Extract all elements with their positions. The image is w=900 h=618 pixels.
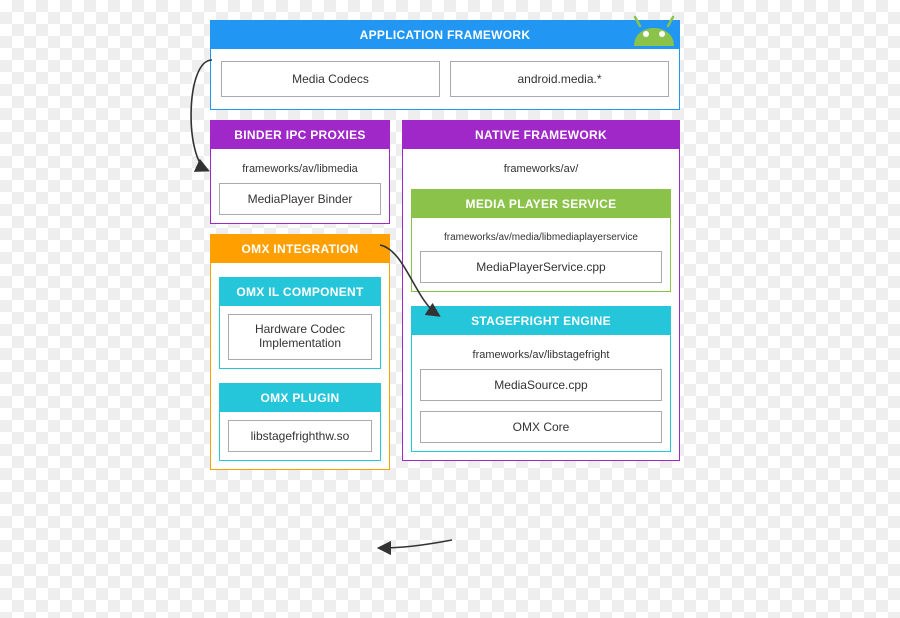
stagefright-path-label: frameworks/av/libstagefright xyxy=(420,343,662,369)
native-framework-block: NATIVE FRAMEWORK frameworks/av/ MEDIA PL… xyxy=(402,120,680,461)
stagefright-engine-header: STAGEFRIGHT ENGINE xyxy=(412,307,670,335)
mediasource-cpp-box: MediaSource.cpp xyxy=(420,369,662,401)
stagefright-engine-block: STAGEFRIGHT ENGINE frameworks/av/libstag… xyxy=(411,306,671,452)
android-logo-icon xyxy=(622,2,686,51)
omx-plugin-header: OMX PLUGIN xyxy=(220,384,380,412)
omx-plugin-block: OMX PLUGIN libstagefrighthw.so xyxy=(219,383,381,461)
mps-path-label: frameworks/av/media/libmediaplayerservic… xyxy=(420,226,662,251)
binder-ipc-header: BINDER IPC PROXIES xyxy=(211,121,389,149)
hardware-codec-line2: Implementation xyxy=(259,336,341,350)
hardware-codec-box: Hardware Codec Implementation xyxy=(228,314,372,360)
binder-ipc-block: BINDER IPC PROXIES frameworks/av/libmedi… xyxy=(210,120,390,224)
native-path-label: frameworks/av/ xyxy=(411,157,671,183)
native-framework-header: NATIVE FRAMEWORK xyxy=(403,121,679,149)
libstagefrighthw-box: libstagefrighthw.so xyxy=(228,420,372,452)
media-player-service-block: MEDIA PLAYER SERVICE frameworks/av/media… xyxy=(411,189,671,292)
binder-path-label: frameworks/av/libmedia xyxy=(219,157,381,183)
hardware-codec-line1: Hardware Codec xyxy=(255,322,345,336)
omx-il-component-header: OMX IL COMPONENT xyxy=(220,278,380,306)
android-media-box: android.media.* xyxy=(450,61,669,97)
omx-il-component-block: OMX IL COMPONENT Hardware Codec Implemen… xyxy=(219,277,381,369)
omx-core-box: OMX Core xyxy=(420,411,662,443)
omx-integration-header: OMX INTEGRATION xyxy=(211,235,389,263)
media-codecs-box: Media Codecs xyxy=(221,61,440,97)
media-player-service-header: MEDIA PLAYER SERVICE xyxy=(412,190,670,218)
mediaplayerservice-cpp-box: MediaPlayerService.cpp xyxy=(420,251,662,283)
application-framework-block: APPLICATION FRAMEWORK Media Codecs andro… xyxy=(210,20,680,110)
application-framework-header: APPLICATION FRAMEWORK xyxy=(211,21,679,49)
omx-integration-block: OMX INTEGRATION OMX IL COMPONENT Hardwar… xyxy=(210,234,390,470)
mediaplayer-binder-box: MediaPlayer Binder xyxy=(219,183,381,215)
